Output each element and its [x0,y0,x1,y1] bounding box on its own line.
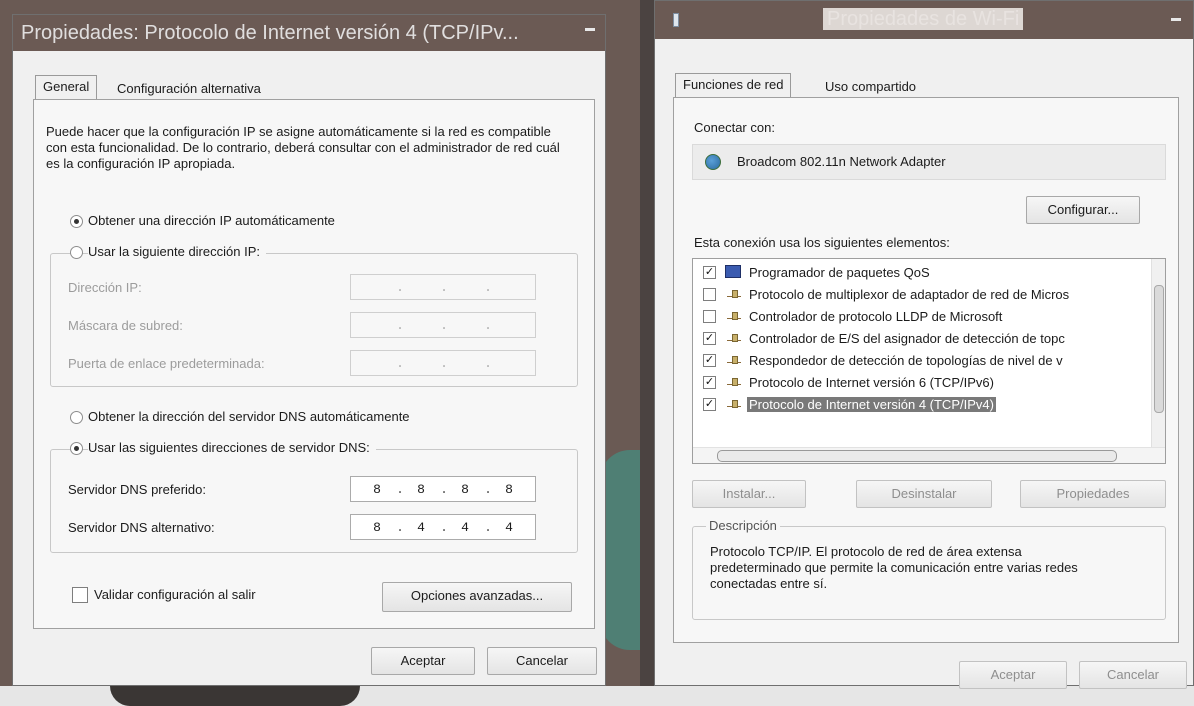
description-legend: Descripción [706,518,780,533]
list-item-label: Protocolo de Internet versión 6 (TCP/IPv… [749,375,994,390]
general-panel: Puede hacer que la configuración IP se a… [33,99,595,629]
list-item-label: Controlador de protocolo LLDP de Microso… [749,309,1003,324]
ipv4-description: Puede hacer que la configuración IP se a… [46,124,560,171]
description-text: Protocolo TCP/IP. El protocolo de red de… [710,544,1078,591]
preferred-dns-field[interactable]: 8 . 8 . 8 . 8 [350,476,536,502]
list-item[interactable]: ✓ Controlador de E/S del asignador de de… [693,329,1151,349]
list-item[interactable]: Protocolo de multiplexor de adaptador de… [693,285,1151,305]
qos-checkbox[interactable]: ✓ [703,266,716,279]
list-item[interactable]: ✓ Protocolo de Internet versión 6 (TCP/I… [693,373,1151,393]
wifi-dialog-titlebar[interactable]: Propiedades de Wi-Fi [655,1,1193,39]
list-item-label: Protocolo de Internet versión 4 (TCP/IPv… [747,397,996,412]
tab-networking[interactable]: Funciones de red [675,73,792,97]
networking-panel: Conectar con: Broadcom 802.11n Network A… [673,97,1179,643]
preferred-dns-octet-4[interactable]: 8 [491,482,527,497]
network-protocol-icon [725,309,743,323]
list-item-label: Respondedor de detección de topologías d… [749,353,1063,368]
lltd-mapper-checkbox[interactable]: ✓ [703,332,716,345]
lldp-checkbox[interactable] [703,310,716,323]
network-adapter-icon [673,13,679,27]
tab-sharing[interactable]: Uso compartido [817,75,925,99]
ipv4-dialog-titlebar[interactable]: Propiedades: Protocolo de Internet versi… [13,15,605,51]
components-list[interactable]: ✓ Programador de paquetes QoS Protocolo … [692,258,1166,464]
preferred-dns-octet-3[interactable]: 8 [447,482,483,497]
alternate-dns-octet-1[interactable]: 8 [359,520,395,535]
ip-auto-label: Obtener una dirección IP automáticamente [88,213,335,228]
ip-manual-radio[interactable] [70,246,83,259]
gateway-field: ... [350,350,536,376]
preferred-dns-octet-1[interactable]: 8 [359,482,395,497]
dns-manual-radio[interactable] [70,442,83,455]
vertical-scrollbar[interactable] [1151,259,1165,447]
alternate-dns-octet-3[interactable]: 4 [447,520,483,535]
network-protocol-icon [725,375,743,389]
vertical-scrollbar-thumb[interactable] [1154,285,1164,413]
cancel-button[interactable]: Cancelar [1079,661,1187,689]
network-protocol-icon [725,287,743,301]
subnet-mask-label: Máscara de subred: [68,318,183,333]
alternate-dns-octet-2[interactable]: 4 [403,520,439,535]
advanced-options-button[interactable]: Opciones avanzadas... [382,582,572,612]
dns-manual-label: Usar las siguientes direcciones de servi… [88,440,376,455]
ipv6-checkbox[interactable]: ✓ [703,376,716,389]
ipv4-properties-dialog: Propiedades: Protocolo de Internet versi… [12,14,606,686]
horizontal-scrollbar-thumb[interactable] [717,450,1117,462]
uninstall-button: Desinstalar [856,480,992,508]
configure-button[interactable]: Configurar... [1026,196,1140,224]
wifi-dialog-title: Propiedades de Wi-Fi [823,8,1024,31]
list-item[interactable]: Controlador de protocolo LLDP de Microso… [693,307,1151,327]
ip-manual-label: Usar la siguiente dirección IP: [88,244,266,259]
wifi-properties-dialog: Propiedades de Wi-Fi Funciones de red Us… [654,0,1194,689]
network-protocol-icon [725,331,743,345]
items-label: Esta conexión usa los siguientes element… [694,235,950,250]
list-item-label: Controlador de E/S del asignador de dete… [749,331,1065,346]
qos-scheduler-icon [725,265,741,278]
validate-on-exit-checkbox[interactable] [72,587,88,603]
network-protocol-icon [725,353,743,367]
validate-on-exit-label: Validar configuración al salir [94,587,256,602]
ipv4-dialog-title: Propiedades: Protocolo de Internet versi… [21,22,519,44]
multiplexor-checkbox[interactable] [703,288,716,301]
adapter-box: Broadcom 802.11n Network Adapter [692,144,1166,180]
ip-address-field: ... [350,274,536,300]
alternate-dns-field[interactable]: 8 . 4 . 4 . 4 [350,514,536,540]
window-divider [640,0,654,686]
dns-auto-radio[interactable] [70,411,83,424]
horizontal-scrollbar[interactable] [693,447,1165,463]
list-item[interactable]: ✓ Programador de paquetes QoS [693,263,1151,283]
list-item-label: Programador de paquetes QoS [749,265,930,280]
properties-button: Propiedades [1020,480,1166,508]
wireless-adapter-icon [705,154,721,170]
adapter-name: Broadcom 802.11n Network Adapter [737,154,946,169]
minimize-icon[interactable] [585,28,595,31]
network-protocol-icon [725,397,743,411]
subnet-mask-field: ... [350,312,536,338]
ip-auto-radio[interactable] [70,215,83,228]
gateway-label: Puerta de enlace predeterminada: [68,356,265,371]
list-item[interactable]: ✓ Respondedor de detección de topologías… [693,351,1151,371]
tab-general[interactable]: General [35,75,98,99]
ok-button[interactable]: Aceptar [959,661,1067,689]
cancel-button[interactable]: Cancelar [487,647,597,675]
ok-button[interactable]: Aceptar [371,647,475,675]
ipv4-checkbox[interactable]: ✓ [703,398,716,411]
ip-address-label: Dirección IP: [68,280,142,295]
install-button: Instalar... [692,480,806,508]
alternate-dns-octet-4[interactable]: 4 [491,520,527,535]
connect-using-label: Conectar con: [694,120,775,135]
preferred-dns-label: Servidor DNS preferido: [68,482,206,497]
minimize-icon[interactable] [1171,18,1181,21]
alternate-dns-label: Servidor DNS alternativo: [68,520,215,535]
desktop-bottom-strip [0,686,1194,706]
lltd-responder-checkbox[interactable]: ✓ [703,354,716,367]
dns-auto-label: Obtener la dirección del servidor DNS au… [88,409,410,424]
preferred-dns-octet-2[interactable]: 8 [403,482,439,497]
tab-alternate-configuration[interactable]: Configuración alternativa [109,77,269,101]
list-item[interactable]: ✓ Protocolo de Internet versión 4 (TCP/I… [693,395,1151,415]
list-item-label: Protocolo de multiplexor de adaptador de… [749,287,1070,302]
